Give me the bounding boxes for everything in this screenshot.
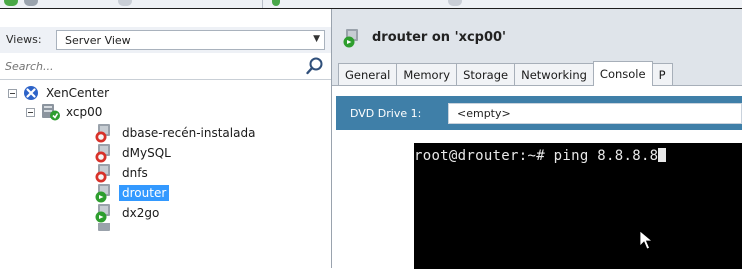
tab-networking[interactable]: Networking <box>514 63 594 85</box>
tree-node-vm-selected[interactable]: drouter <box>94 183 170 203</box>
title-bar: drouter on 'xcp00' <box>332 24 742 52</box>
dvd-drive-bar: DVD Drive 1: <empty> <box>336 96 742 130</box>
tab-general[interactable]: General <box>338 63 398 85</box>
top-toolbar <box>0 0 742 9</box>
xencenter-icon <box>24 86 38 100</box>
views-dropdown[interactable]: Server View ▼ <box>56 30 325 50</box>
tree-label: dnfs <box>122 166 148 180</box>
toolbar-icon[interactable] <box>118 0 132 6</box>
collapse-toggle[interactable] <box>8 88 17 98</box>
tree-node-xcp00[interactable]: xcp00 <box>26 102 105 122</box>
forward-icon[interactable] <box>24 0 38 6</box>
console-tab-content: DVD Drive 1: <empty> root@drouter:~# pin… <box>332 85 742 269</box>
vm-running-icon <box>343 29 358 48</box>
tree-label: drouter <box>119 185 170 201</box>
toolbar-icon[interactable] <box>448 0 462 6</box>
dvd-drive-dropdown[interactable]: <empty> <box>448 103 742 124</box>
tree-label: xcp00 <box>66 105 103 119</box>
tree-node-vm[interactable]: dx2go <box>94 203 162 223</box>
views-row: Views: Server View ▼ <box>0 27 331 53</box>
main-pane: drouter on 'xcp00' General Memory Storag… <box>332 9 742 269</box>
dvd-drive-value: <empty> <box>457 107 511 120</box>
tree-node-vm[interactable]: dMySQL <box>94 143 174 163</box>
collapse-toggle[interactable] <box>26 107 35 117</box>
toolbar-separator <box>262 0 263 8</box>
vm-stopped-icon <box>95 124 110 143</box>
tree-node-vm[interactable] <box>94 223 116 233</box>
tab-performance[interactable]: P <box>651 63 673 85</box>
page-title: drouter on 'xcp00' <box>372 30 507 45</box>
back-icon[interactable] <box>4 0 18 6</box>
tab-storage[interactable]: Storage <box>456 63 516 85</box>
tree-node-xencenter[interactable]: XenCenter <box>8 83 112 103</box>
tree-label: XenCenter <box>46 86 110 100</box>
chevron-down-icon: ▼ <box>313 34 320 44</box>
resource-pane: Views: Server View ▼ XenCenter <box>0 9 332 268</box>
server-icon <box>42 104 60 121</box>
views-dropdown-value: Server View <box>65 34 131 47</box>
tab-memory[interactable]: Memory <box>396 63 458 85</box>
dvd-drive-label: DVD Drive 1: <box>350 107 422 120</box>
tree-label: dbase-recén-instalada <box>122 126 256 140</box>
search-input[interactable] <box>3 56 307 77</box>
vm-stopped-icon <box>95 144 110 163</box>
tree-node-vm[interactable]: dnfs <box>94 163 151 183</box>
vm-stopped-icon <box>95 164 110 183</box>
console-line: root@drouter:~# ping 8.8.8.8 <box>414 148 667 164</box>
toolbar-add-icon[interactable] <box>272 0 280 6</box>
console-prompt-text: root@drouter:~# ping 8.8.8.8 <box>414 148 659 164</box>
search-icon[interactable] <box>305 56 325 76</box>
vm-icon <box>98 223 110 231</box>
tab-strip: General Memory Storage Networking Consol… <box>338 61 673 86</box>
tree-node-vm[interactable]: dbase-recén-instalada <box>94 123 258 143</box>
tree-label: dx2go <box>122 206 160 220</box>
views-label: Views: <box>6 33 42 46</box>
vm-running-icon <box>95 204 110 223</box>
text-cursor <box>658 148 667 162</box>
vm-running-icon <box>95 184 110 203</box>
mouse-pointer-icon <box>639 230 654 250</box>
tab-console[interactable]: Console <box>592 61 653 86</box>
tree-label: dMySQL <box>122 146 171 160</box>
vm-console[interactable]: root@drouter:~# ping 8.8.8.8 <box>414 143 742 269</box>
search-row <box>0 54 331 80</box>
